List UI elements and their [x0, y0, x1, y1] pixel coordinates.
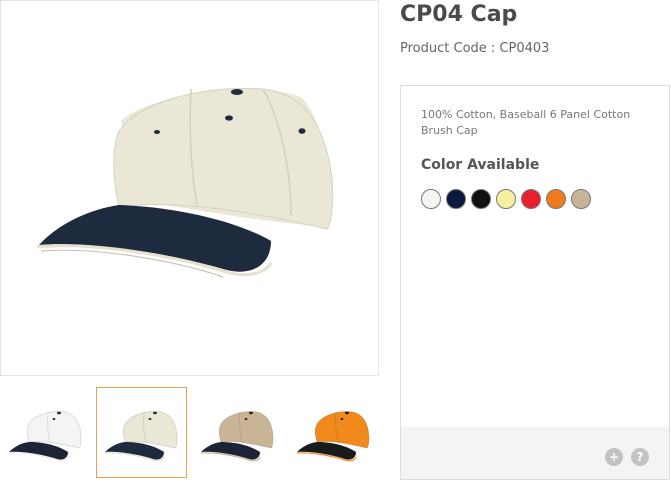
- thumbnail-orange[interactable]: [288, 387, 379, 478]
- thumbnail-cap-icon: [296, 411, 370, 462]
- product-title: CP04 Cap: [400, 2, 518, 27]
- thumbnail-khaki[interactable]: [192, 387, 283, 478]
- thumbnail-cap-icon: [200, 411, 274, 462]
- thumbnail-cap-icon: [8, 411, 82, 462]
- color-swatch[interactable]: [546, 189, 566, 209]
- color-swatch[interactable]: [521, 189, 541, 209]
- color-swatch[interactable]: [571, 189, 591, 209]
- plus-icon[interactable]: +: [605, 448, 623, 466]
- thumbnail-beige[interactable]: [96, 387, 187, 478]
- main-product-image: [0, 0, 379, 376]
- product-code: Product Code : CP0403: [400, 41, 550, 56]
- color-swatch[interactable]: [421, 189, 441, 209]
- help-icon[interactable]: ?: [631, 448, 649, 466]
- thumbnail-cap-icon: [104, 411, 178, 462]
- product-description: 100% Cotton, Baseball 6 Panel Cotton Bru…: [421, 108, 631, 137]
- color-available-heading: Color Available: [421, 157, 540, 173]
- color-swatch[interactable]: [446, 189, 466, 209]
- thumbnail-strip: [0, 387, 380, 480]
- color-swatch[interactable]: [496, 189, 516, 209]
- panel-footer: + ?: [401, 427, 669, 479]
- cap-illustration: [36, 87, 334, 278]
- product-info-panel: 100% Cotton, Baseball 6 Panel Cotton Bru…: [400, 85, 670, 480]
- thumbnail-white[interactable]: [0, 387, 91, 478]
- color-swatch[interactable]: [471, 189, 491, 209]
